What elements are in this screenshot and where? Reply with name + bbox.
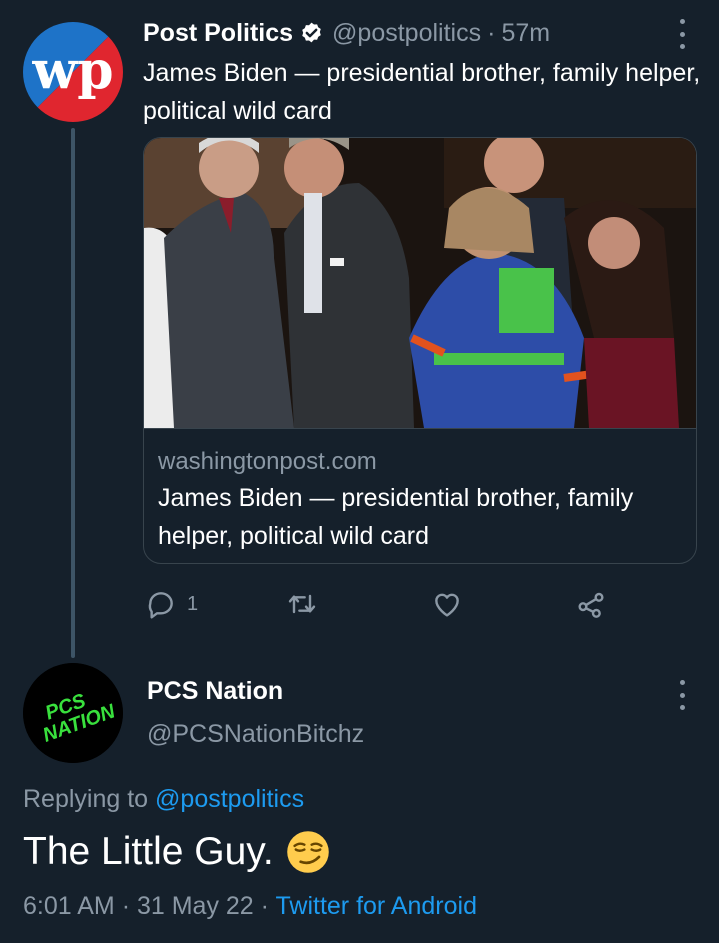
separator-dot: · xyxy=(487,18,496,47)
reply-date: 31 May 22 xyxy=(136,892,254,920)
reply-meta: 6:01 AM · 31 May 22 · Twitter for Androi… xyxy=(23,892,477,921)
reply-author-name[interactable]: PCS Nation xyxy=(147,677,283,706)
retweet-button[interactable] xyxy=(286,584,318,624)
thread-connector-line xyxy=(71,128,75,658)
reply-time: 6:01 AM xyxy=(23,892,115,920)
reply-source-link[interactable]: Twitter for Android xyxy=(276,892,477,920)
tweet-actions: 1 xyxy=(143,584,613,624)
replying-prefix: Replying to xyxy=(23,785,149,813)
author-handle[interactable]: @postpolitics xyxy=(332,19,481,48)
author-name[interactable]: Post Politics xyxy=(143,19,293,48)
card-photo xyxy=(144,138,696,429)
meta-separator: · xyxy=(121,892,131,920)
tweet-text: James Biden — presidential brother, fami… xyxy=(143,59,701,125)
tweet-header: Post Politics @postpolitics · 57m xyxy=(143,16,550,50)
heart-icon xyxy=(435,593,459,617)
reply-count: 1 xyxy=(187,592,199,615)
more-options-icon[interactable] xyxy=(677,19,687,49)
card-title: James Biden — presidential brother, fami… xyxy=(158,484,634,550)
card-domain: washingtonpost.com xyxy=(158,448,377,475)
replying-to-link[interactable]: @postpolitics xyxy=(155,785,304,813)
share-button[interactable] xyxy=(575,584,607,624)
link-preview-card[interactable]: washingtonpost.com James Biden — preside… xyxy=(143,137,697,564)
tweet-time[interactable]: 57m xyxy=(501,19,550,48)
post-politics-avatar[interactable]: wp xyxy=(23,22,123,122)
reply-icon xyxy=(148,592,173,619)
like-button[interactable] xyxy=(431,584,463,624)
share-icon xyxy=(578,592,604,618)
meta-separator-2: · xyxy=(260,892,269,920)
wp-logo: wp xyxy=(23,22,123,122)
verified-badge-icon xyxy=(302,22,321,42)
smirking-face-emoji xyxy=(286,831,329,873)
reply-more-options-icon[interactable] xyxy=(677,680,687,710)
pcs-nation-logo: PCS NATION xyxy=(23,663,123,763)
reply-text-body: The Little Guy. xyxy=(23,830,274,873)
retweet-icon xyxy=(288,594,316,614)
reply-text: The Little Guy. xyxy=(23,830,330,874)
pcs-nation-avatar[interactable]: PCS NATION xyxy=(23,663,123,763)
replying-to-line: Replying to @postpolitics xyxy=(23,785,304,814)
reply-button[interactable]: 1 xyxy=(145,584,198,624)
svg-text:wp: wp xyxy=(31,40,113,101)
reply-author-handle[interactable]: @PCSNationBitchz xyxy=(147,720,364,749)
